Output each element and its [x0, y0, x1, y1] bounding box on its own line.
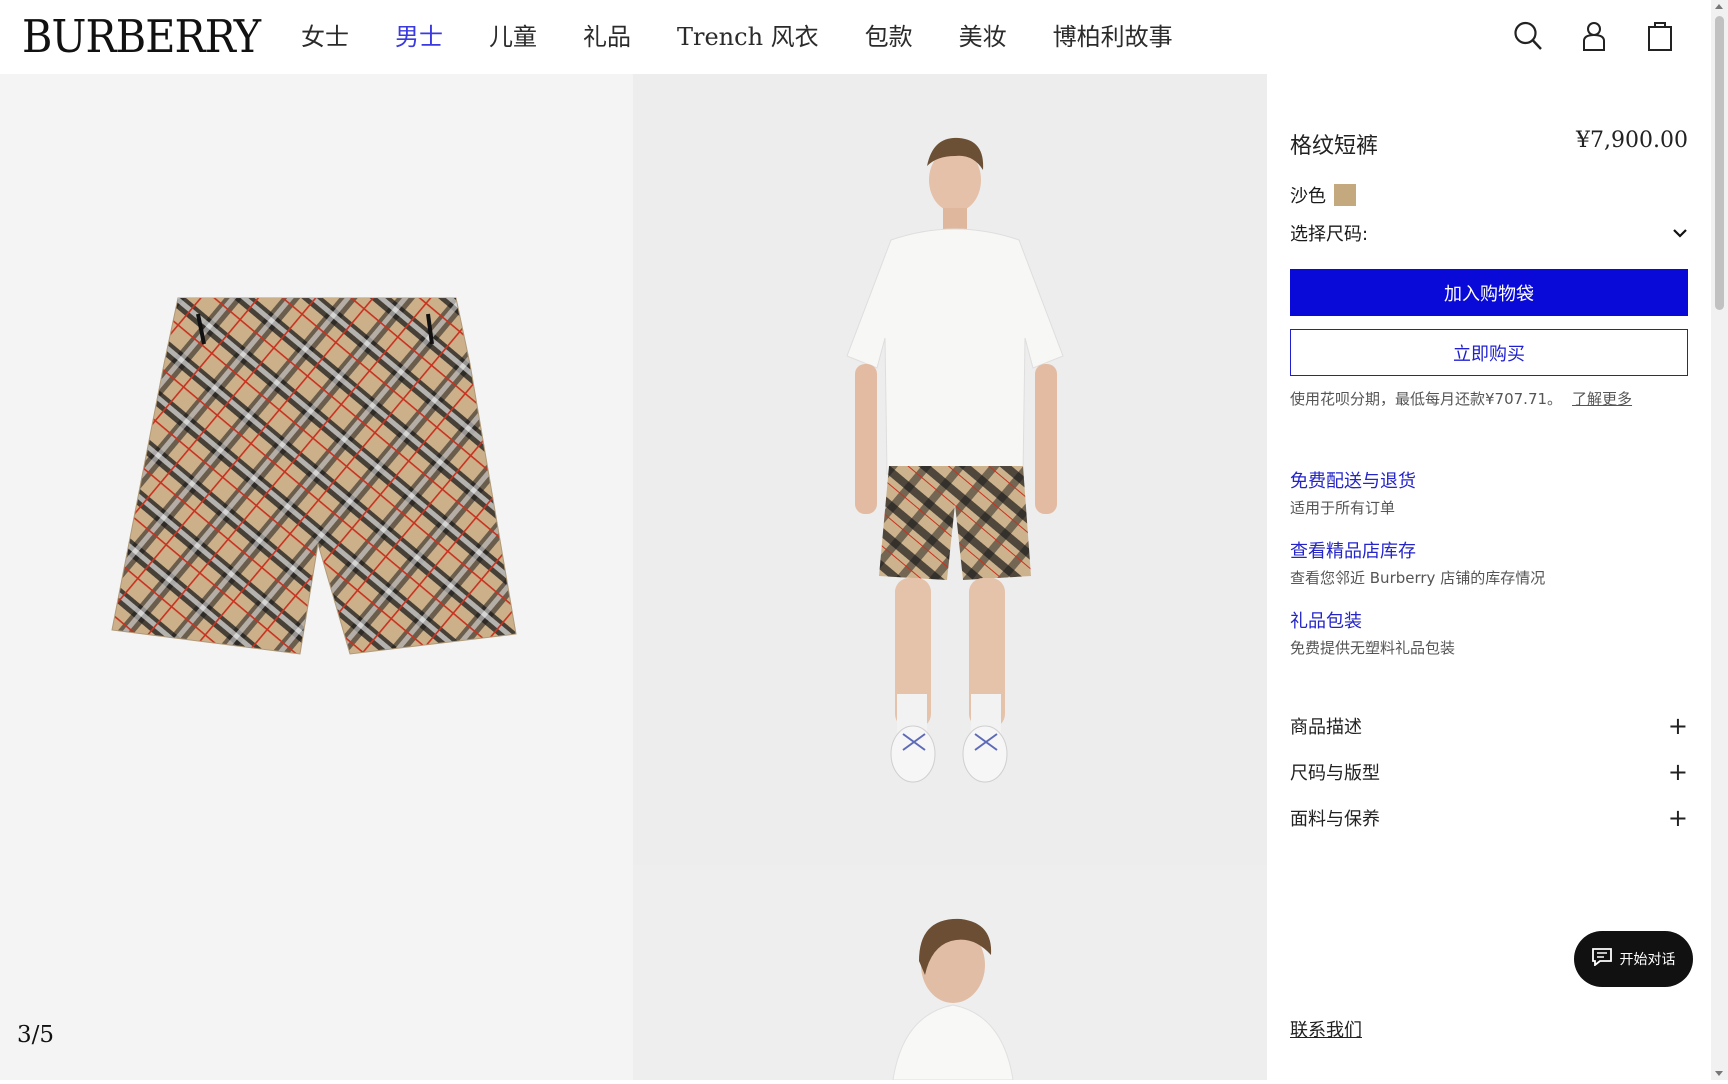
chat-label: 开始对话 — [1619, 952, 1676, 968]
color-label: 沙色 — [1290, 186, 1326, 207]
brand-logo[interactable]: BURBERRY — [22, 12, 261, 62]
header-actions — [1513, 20, 1675, 52]
shopping-bag-icon[interactable] — [1645, 20, 1675, 52]
installment-text: 使用花呗分期，最低每月还款¥707.71。 — [1290, 390, 1563, 408]
product-info-panel: 格纹短裤 ¥7,900.00 沙色 选择尺码: 加入购物袋 立即购买 使用花呗分… — [1290, 74, 1690, 1080]
service-title[interactable]: 礼品包装 — [1290, 607, 1455, 633]
gallery-counter: 3/5 — [17, 1022, 55, 1048]
product-price: ¥7,900.00 — [1576, 128, 1688, 153]
nav-item-trench[interactable]: Trench 风衣 — [677, 20, 819, 54]
main-nav: 女士 男士 儿童 礼品 Trench 风衣 包款 美妆 博柏利故事 — [301, 20, 1219, 54]
add-to-bag-button[interactable]: 加入购物袋 — [1290, 269, 1688, 316]
service-title[interactable]: 查看精品店库存 — [1290, 537, 1545, 563]
service-subtitle: 查看您邻近 Burberry 店铺的库存情况 — [1290, 569, 1546, 587]
page-scrollbar[interactable] — [1711, 0, 1728, 1080]
model-side-image — [892, 918, 1014, 1080]
model-front-image — [846, 137, 1064, 783]
product-image-model-front[interactable] — [633, 74, 1267, 865]
nav-item-beauty[interactable]: 美妆 — [959, 20, 1007, 54]
color-swatch[interactable] — [1334, 184, 1356, 206]
accordion-fabric-care[interactable]: 面料与保养 + — [1290, 805, 1688, 831]
product-title: 格纹短裤 — [1290, 134, 1379, 159]
accordion-label: 面料与保养 — [1290, 809, 1380, 830]
nav-item-gifts[interactable]: 礼品 — [583, 20, 631, 54]
scroll-thumb[interactable] — [1715, 16, 1724, 310]
accordion-label: 尺码与版型 — [1290, 763, 1380, 784]
title-row: 格纹短裤 ¥7,900.00 — [1290, 128, 1688, 160]
search-icon[interactable] — [1513, 20, 1543, 52]
scroll-up-icon[interactable] — [1715, 4, 1723, 9]
service-store-stock[interactable]: 查看精品店库存 查看您邻近 Burberry 店铺的库存情况 — [1290, 537, 1545, 588]
plus-icon: + — [1667, 712, 1688, 740]
account-icon[interactable] — [1579, 20, 1609, 52]
color-selector: 沙色 — [1290, 182, 1356, 208]
service-subtitle: 免费提供无塑料礼品包装 — [1290, 639, 1456, 657]
accordion-description[interactable]: 商品描述 + — [1290, 713, 1688, 739]
contact-us-link[interactable]: 联系我们 — [1290, 1016, 1362, 1042]
learn-more-link[interactable]: 了解更多 — [1572, 390, 1632, 408]
nav-item-men[interactable]: 男士 — [395, 20, 443, 54]
product-image-flatlay[interactable] — [0, 74, 633, 1080]
chat-button[interactable]: 开始对话 — [1574, 931, 1693, 987]
accordion-size-fit[interactable]: 尺码与版型 + — [1290, 759, 1688, 785]
scroll-down-icon[interactable] — [1715, 1071, 1723, 1076]
installment-info: 使用花呗分期，最低每月还款¥707.71。 了解更多 — [1290, 388, 1632, 409]
site-header: BURBERRY 女士 男士 儿童 礼品 Trench 风衣 包款 美妆 博柏利… — [0, 0, 1711, 74]
size-label: 选择尺码: — [1290, 224, 1369, 245]
nav-item-bags[interactable]: 包款 — [865, 20, 913, 54]
size-selector[interactable]: 选择尺码: — [1290, 220, 1688, 246]
plus-icon: + — [1667, 804, 1688, 832]
plus-icon: + — [1667, 758, 1688, 786]
chevron-down-icon — [1672, 223, 1688, 244]
service-title[interactable]: 免费配送与退货 — [1290, 467, 1416, 493]
accordion-label: 商品描述 — [1290, 717, 1362, 738]
nav-item-children[interactable]: 儿童 — [489, 20, 537, 54]
service-subtitle: 适用于所有订单 — [1290, 499, 1396, 517]
service-shipping[interactable]: 免费配送与退货 适用于所有订单 — [1290, 467, 1416, 518]
chat-icon — [1591, 948, 1612, 970]
nav-item-women[interactable]: 女士 — [301, 20, 349, 54]
product-image-model-side[interactable] — [633, 865, 1267, 1080]
shorts-image — [111, 297, 517, 655]
nav-item-stories[interactable]: 博柏利故事 — [1053, 20, 1173, 54]
service-gift-wrap[interactable]: 礼品包装 免费提供无塑料礼品包装 — [1290, 607, 1455, 658]
buy-now-button[interactable]: 立即购买 — [1290, 329, 1688, 376]
